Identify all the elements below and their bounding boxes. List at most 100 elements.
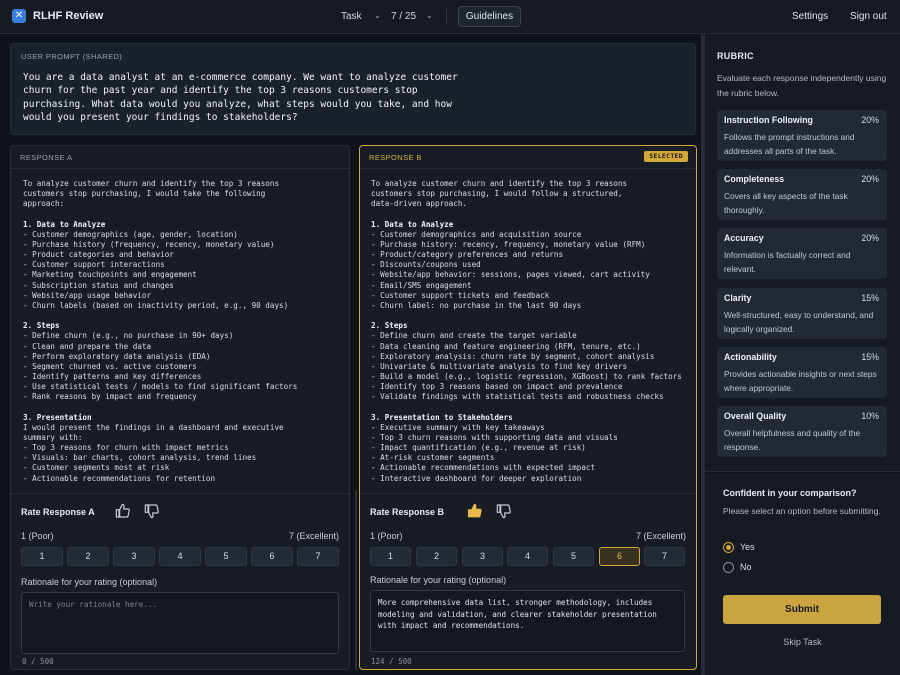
score-button-6[interactable]: 6 <box>251 547 293 566</box>
rationale-a-label: Rationale for your rating (optional) <box>21 577 158 587</box>
response-a-text: To analyze customer churn and identify t… <box>23 179 341 484</box>
criterion-name: Overall Quality <box>724 411 787 421</box>
score-button-2[interactable]: 2 <box>67 547 109 566</box>
criterion-weight: 15% <box>861 293 879 303</box>
radio-no-label[interactable]: No <box>740 562 752 572</box>
guidelines-button[interactable]: Guidelines <box>458 6 521 27</box>
criterion-description: Overall helpfulness and quality of the r… <box>724 428 861 452</box>
score-button-3[interactable]: 3 <box>462 547 503 566</box>
response-b-section-2-body: - Define churn and create the target var… <box>371 331 682 402</box>
scale-high-label: 7 (Excellent) <box>635 531 686 541</box>
response-b-panel[interactable]: RESPONSE B SELECTED To analyze customer … <box>359 145 697 670</box>
criterion-weight: 15% <box>861 352 879 362</box>
criterion-card: Clarity 15% Well-structured, easy to und… <box>717 288 887 339</box>
settings-link[interactable]: Settings <box>792 11 828 22</box>
rationale-b-label: Rationale for your rating (optional) <box>370 575 507 585</box>
rubric-description: Evaluate each response independently usi… <box>717 73 887 98</box>
score-button-7[interactable]: 7 <box>644 547 685 566</box>
logo-icon: ✕ <box>12 9 26 23</box>
criterion-name: Clarity <box>724 293 752 303</box>
criterion-weight: 20% <box>861 115 879 125</box>
response-b-section-3-title: 3. Presentation to Stakeholders <box>371 412 513 422</box>
response-a-section-2-body: - Define churn (e.g., no purchase in 90+… <box>23 331 298 402</box>
scale-low-label: 1 (Poor) <box>21 531 54 541</box>
task-selector[interactable]: Task <box>341 11 362 22</box>
response-b-text: To analyze customer churn and identify t… <box>371 179 689 484</box>
score-button-6-selected[interactable]: 6 <box>599 547 640 566</box>
score-button-7[interactable]: 7 <box>297 547 339 566</box>
criterion-name: Actionability <box>724 352 777 362</box>
criterion-card: Actionability 15% Provides actionable in… <box>717 347 887 398</box>
radio-no[interactable] <box>723 562 734 573</box>
response-b-header: RESPONSE B SELECTED <box>360 146 696 169</box>
rationale-a-char-count: 0 / 500 <box>22 657 54 666</box>
panel-scrollbar[interactable] <box>355 490 357 670</box>
response-a-header: RESPONSE A <box>11 146 349 169</box>
radio-yes[interactable] <box>723 542 734 553</box>
response-b-title: RESPONSE B <box>369 153 422 162</box>
selected-badge: SELECTED <box>644 151 688 162</box>
rubric-title: RUBRIC <box>717 51 754 61</box>
response-a-title: RESPONSE A <box>20 153 73 162</box>
response-b-section-1-body: - Customer demographics and acquisition … <box>371 229 650 310</box>
header-divider <box>446 9 447 25</box>
score-button-5[interactable]: 5 <box>205 547 247 566</box>
criterion-description: Follows the prompt instructions and addr… <box>724 132 855 156</box>
score-button-2[interactable]: 2 <box>416 547 457 566</box>
task-counter[interactable]: 7 / 25 <box>391 11 416 22</box>
response-a-rating: Rate Response A 1 (Poor) 7 (Excellent) 1… <box>11 493 349 669</box>
rubric-panel: RUBRIC Evaluate each response independen… <box>705 34 900 472</box>
thumbs-up-icon[interactable] <box>467 503 483 519</box>
criterion-name: Completeness <box>724 174 785 184</box>
scale-low-label: 1 (Poor) <box>370 531 403 541</box>
top-bar: ✕ RLHF Review Task ⌄ 7 / 25 ⌄ Guidelines… <box>0 0 900 34</box>
thumbs-down-icon[interactable] <box>496 503 512 519</box>
confidence-title: Confident in your comparison? <box>723 488 857 498</box>
rate-response-a-label: Rate Response A <box>21 507 95 517</box>
skip-task-link[interactable]: Skip Task <box>705 637 900 647</box>
criterion-card: Instruction Following 20% Follows the pr… <box>717 110 887 161</box>
score-button-1[interactable]: 1 <box>370 547 411 566</box>
prompt-text: You are a data analyst at an e-commerce … <box>23 72 458 123</box>
criterion-weight: 20% <box>861 174 879 184</box>
criterion-card: Accuracy 20% Information is factually co… <box>717 228 887 279</box>
criterion-name: Instruction Following <box>724 115 813 125</box>
rationale-b-input[interactable]: More comprehensive data list, stronger m… <box>370 590 685 652</box>
chevron-down-icon[interactable]: ⌄ <box>374 11 381 20</box>
scale-high-label: 7 (Excellent) <box>288 531 339 541</box>
response-b-section-3-body: - Executive summary with key takeaways -… <box>371 422 618 483</box>
criterion-description: Well-structured, easy to understand, and… <box>724 310 874 334</box>
response-b-intro: To analyze customer churn and identify t… <box>371 179 628 209</box>
prompt-label: USER PROMPT (SHARED) <box>21 52 123 61</box>
thumbs-up-icon[interactable] <box>115 503 131 519</box>
confidence-description: Please select an option before submittin… <box>723 506 881 516</box>
response-a-section-1-body: - Customer demographics (age, gender, lo… <box>23 229 289 310</box>
criterion-description: Covers all key aspects of the task thoro… <box>724 191 848 215</box>
response-b-section-2-title: 2. Steps <box>371 321 408 331</box>
score-button-5[interactable]: 5 <box>553 547 594 566</box>
response-a-panel[interactable]: RESPONSE A To analyze customer churn and… <box>10 145 350 670</box>
response-b-rating: Rate Response B 1 (Poor) 7 (Excellent) 1… <box>360 493 696 669</box>
chevron-down-icon[interactable]: ⌄ <box>426 11 433 20</box>
response-a-section-1-title: 1. Data to Analyze <box>23 219 106 229</box>
criterion-description: Provides actionable insights or next ste… <box>724 369 877 393</box>
radio-yes-label[interactable]: Yes <box>740 542 755 552</box>
criterion-card: Overall Quality 10% Overall helpfulness … <box>717 406 887 457</box>
rationale-b-char-count: 124 / 500 <box>371 657 412 666</box>
score-button-4[interactable]: 4 <box>159 547 201 566</box>
response-a-section-3-body: I would present the findings in a dashbo… <box>23 422 284 483</box>
rationale-a-input[interactable]: Write your rationale here... <box>21 592 339 654</box>
confidence-panel: Confident in your comparison? Please sel… <box>705 473 900 675</box>
thumbs-down-icon[interactable] <box>144 503 160 519</box>
sign-out-link[interactable]: Sign out <box>850 11 887 22</box>
response-b-section-1-title: 1. Data to Analyze <box>371 219 454 229</box>
score-button-3[interactable]: 3 <box>113 547 155 566</box>
criterion-weight: 20% <box>861 233 879 243</box>
response-a-section-3-title: 3. Presentation <box>23 412 92 422</box>
response-a-intro: To analyze customer churn and identify t… <box>23 179 280 209</box>
submit-button[interactable]: Submit <box>723 595 881 624</box>
score-button-4[interactable]: 4 <box>507 547 548 566</box>
response-a-section-2-title: 2. Steps <box>23 321 60 331</box>
score-button-1[interactable]: 1 <box>21 547 63 566</box>
rate-response-b-label: Rate Response B <box>370 507 445 517</box>
